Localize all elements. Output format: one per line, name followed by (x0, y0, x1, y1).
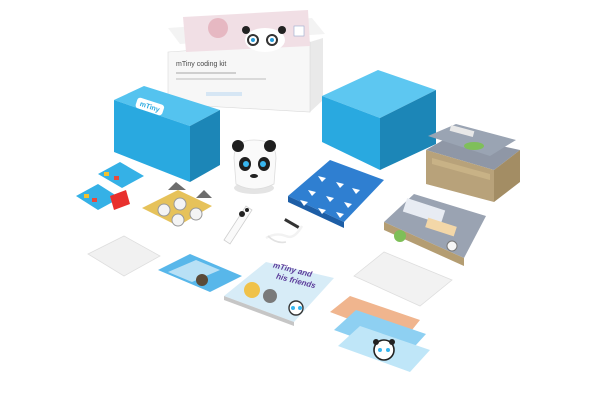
box-title: mTiny coding kit (176, 61, 226, 68)
map-tile-street (384, 194, 486, 266)
product-kit-photo: mTiny coding kit mTiny mTiny and his fri… (76, 10, 520, 372)
usb-cable (265, 218, 304, 244)
clear-sleeve-right (353, 251, 453, 307)
direction-card-board (288, 160, 384, 228)
character-mat (142, 182, 212, 227)
map-tile-stack (426, 124, 520, 202)
instruction-cards (76, 162, 144, 210)
card-booklet (158, 254, 242, 292)
product-box: mTiny coding kit (167, 10, 325, 113)
panda-robot (232, 139, 277, 194)
tap-pen (223, 205, 253, 245)
clear-sleeve-left (87, 235, 161, 277)
story-card-stack (330, 296, 430, 372)
story-book: mTiny and his friends (224, 261, 334, 326)
blue-box-right (322, 70, 436, 170)
